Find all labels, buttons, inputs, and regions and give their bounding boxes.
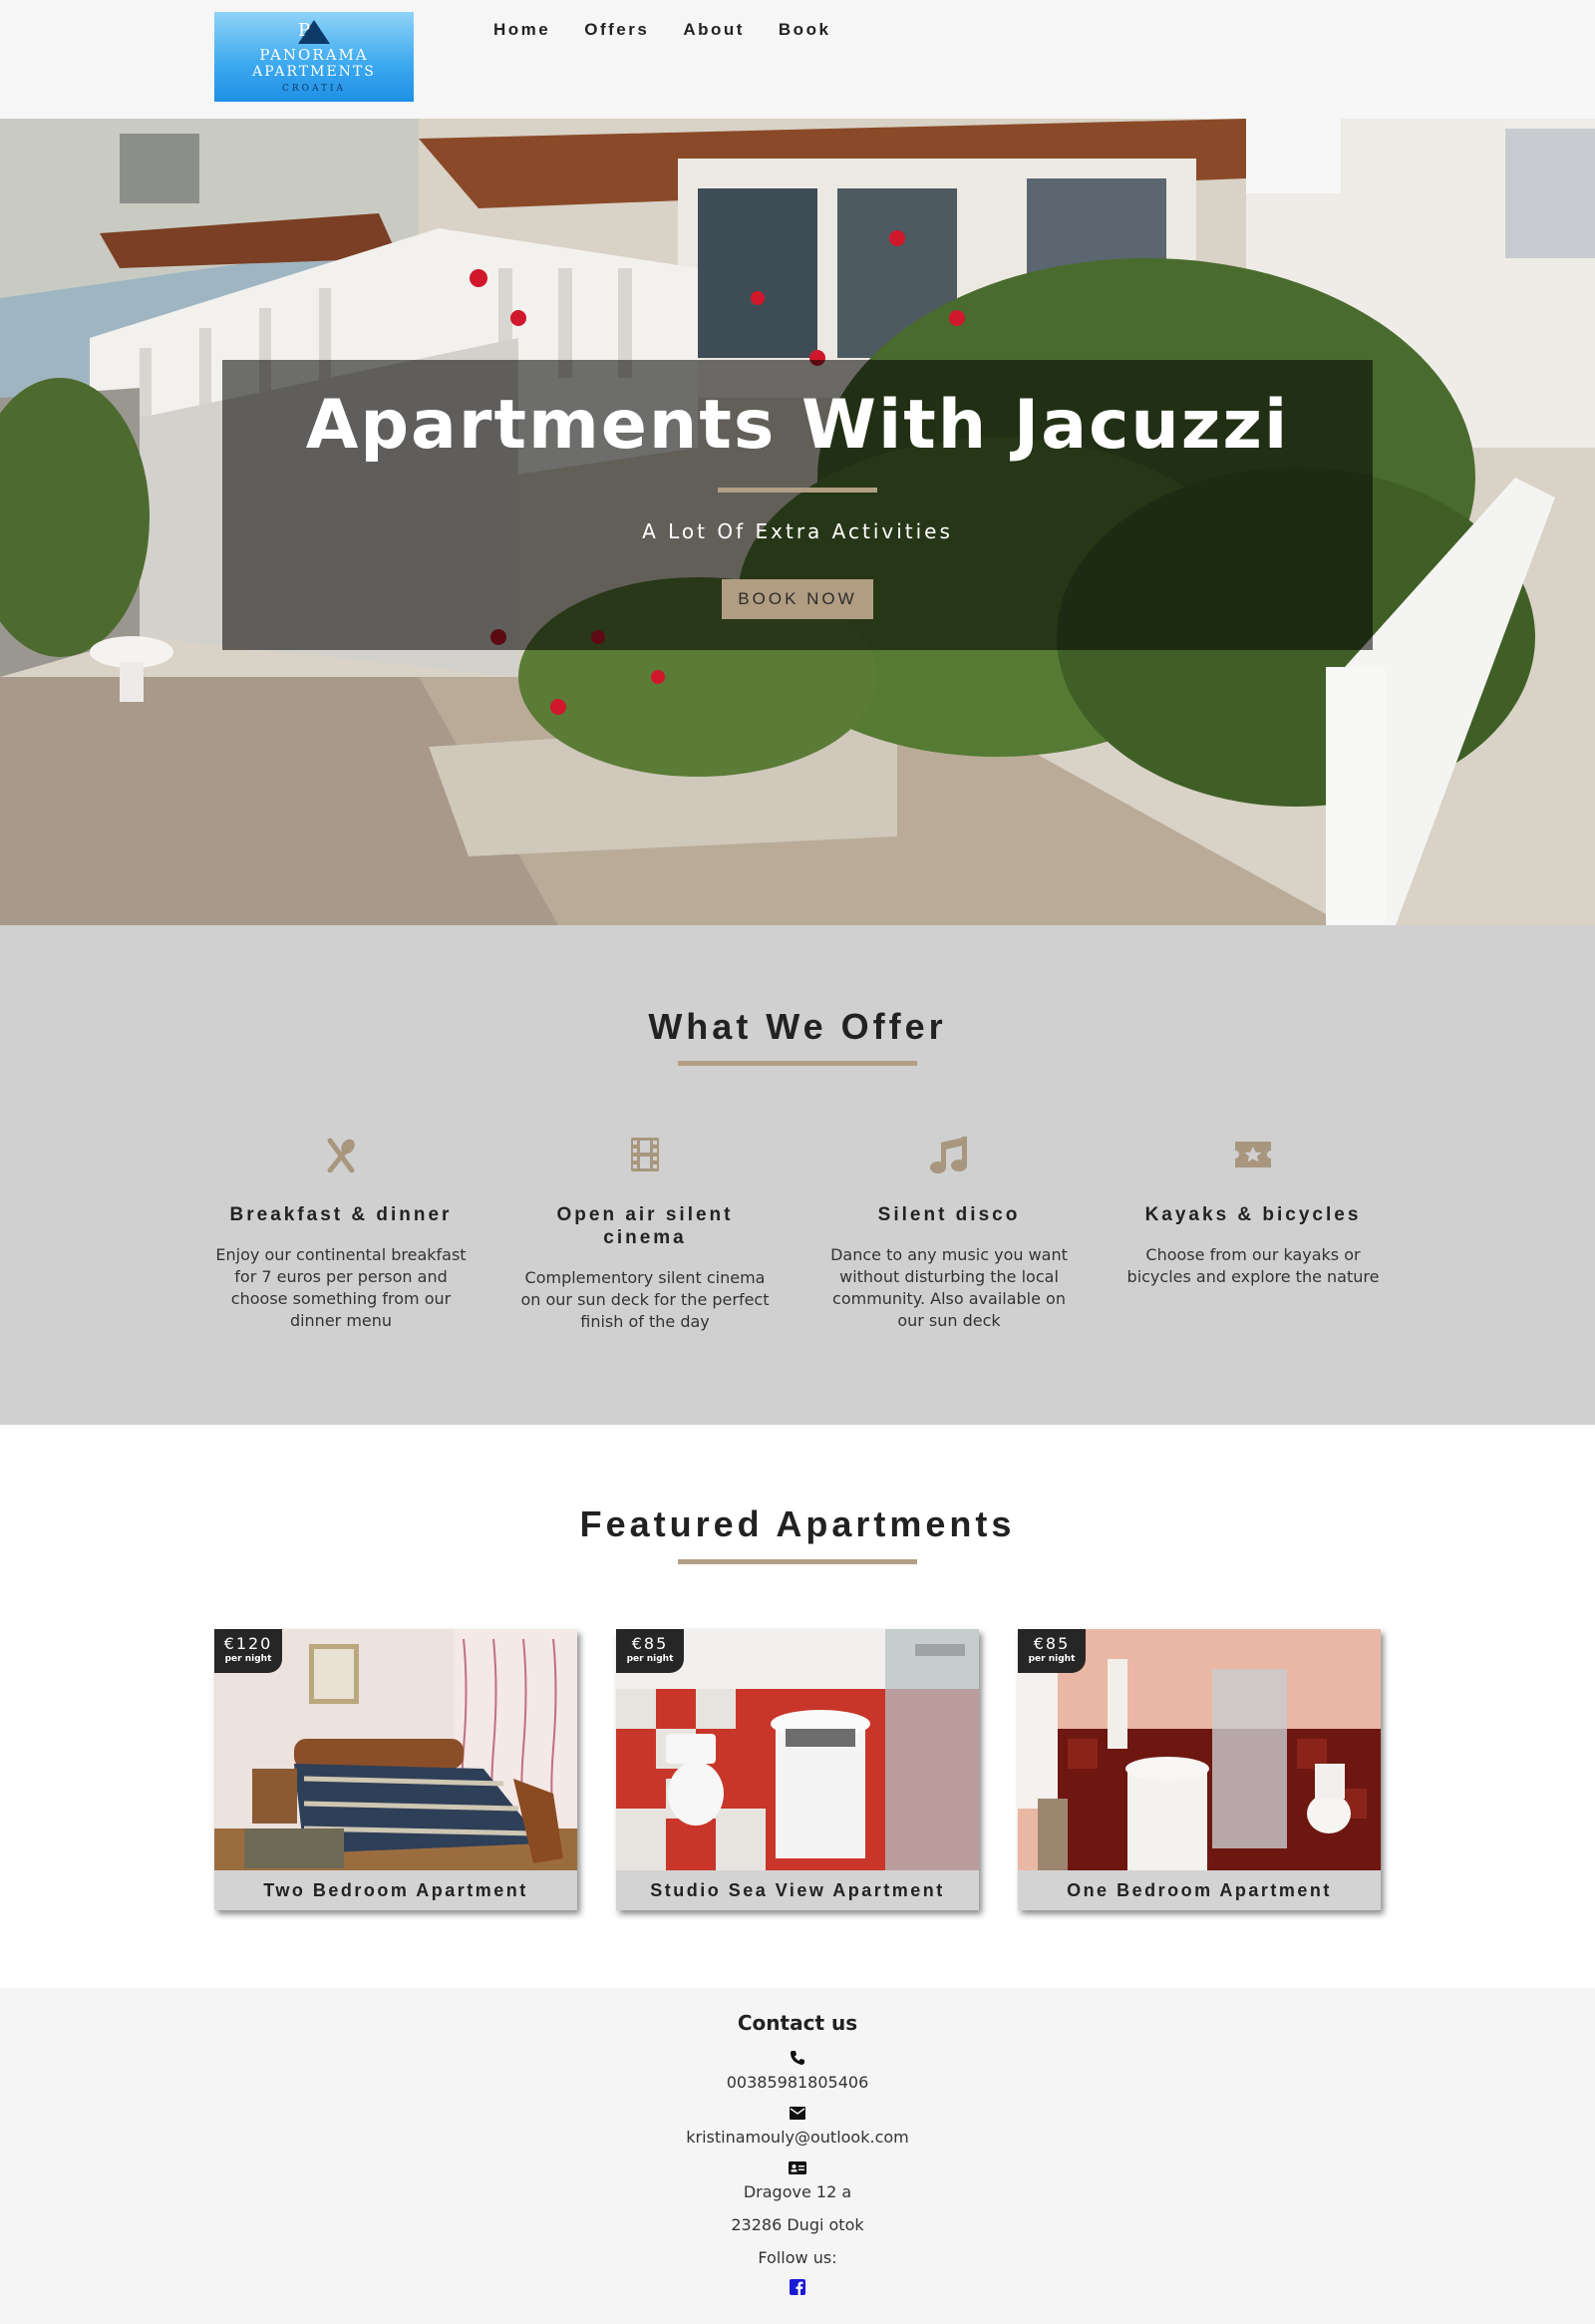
- feature-kayaks: Kayaks & bicycles Choose from our kayaks…: [1123, 1132, 1383, 1288]
- contact-title: Contact us: [737, 2011, 858, 2035]
- hero-subtitle: A Lot Of Extra Activities: [642, 519, 953, 543]
- apartment-card-studio-sea-view[interactable]: €85 per night Studio Sea View Apartment: [616, 1629, 979, 1910]
- logo-line-2: APARTMENTS: [252, 64, 376, 80]
- price-value: €120: [223, 1634, 273, 1653]
- price-badge: €85 per night: [616, 1629, 684, 1673]
- hero-title: Apartments With Jacuzzi: [305, 386, 1290, 465]
- address-card-icon: [788, 2158, 807, 2177]
- logo[interactable]: P PANORAMA APARTMENTS CROATIA: [214, 12, 414, 102]
- site-header: P PANORAMA APARTMENTS CROATIA Home Offer…: [0, 0, 1595, 119]
- feature-text: Choose from our kayaks or bicycles and e…: [1126, 1245, 1380, 1286]
- feature-text: Dance to any music you want without dist…: [830, 1245, 1068, 1330]
- apartment-card-two-bedroom[interactable]: €120 per night Two Bedroom Apartment: [214, 1629, 577, 1910]
- apartment-name: One Bedroom Apartment: [1018, 1870, 1381, 1910]
- follow-us-label: Follow us:: [758, 2248, 837, 2267]
- featured-title: Featured Apartments: [579, 1503, 1016, 1544]
- nav-home[interactable]: Home: [493, 20, 550, 42]
- logo-line-1: PANORAMA: [259, 46, 369, 64]
- contact-email[interactable]: kristinamouly@outlook.com: [0, 2128, 1595, 2147]
- price-unit: per night: [626, 1654, 674, 1664]
- offer-title: What We Offer: [648, 1006, 947, 1047]
- utensils-icon: [327, 1138, 355, 1172]
- feature-title: Kayaks & bicycles: [1144, 1204, 1362, 1225]
- offer-divider: [678, 1061, 917, 1066]
- hero-divider: [718, 488, 877, 493]
- feature-text: Enjoy our continental breakfast for 7 eu…: [215, 1245, 467, 1330]
- logo-mark-icon: P: [298, 20, 330, 44]
- envelope-icon: [788, 2103, 807, 2123]
- price-unit: per night: [1028, 1654, 1076, 1664]
- hero-section: Apartments With Jacuzzi A Lot Of Extra A…: [0, 119, 1595, 925]
- offer-section: What We Offer Breakfast & dinner Enjoy o…: [0, 925, 1595, 1425]
- nav-book[interactable]: Book: [779, 20, 831, 42]
- apartment-card-one-bedroom[interactable]: €85 per night One Bedroom Apartment: [1018, 1629, 1381, 1910]
- apartment-name: Studio Sea View Apartment: [616, 1870, 979, 1910]
- nav-about[interactable]: About: [683, 20, 745, 42]
- price-value: €85: [1033, 1634, 1071, 1653]
- contact-phone[interactable]: 00385981805406: [0, 2073, 1595, 2092]
- contact-address-line-2: 23286 Dugi otok: [731, 2215, 864, 2234]
- facebook-icon[interactable]: [788, 2277, 807, 2297]
- price-badge: €120 per night: [214, 1629, 282, 1673]
- featured-section: Featured Apartments €120 per night Two B…: [0, 1425, 1595, 1988]
- feature-title: Silent disco: [877, 1204, 1021, 1225]
- book-now-button[interactable]: BOOK NOW: [722, 579, 873, 619]
- price-unit: per night: [224, 1654, 272, 1664]
- phone-icon: [788, 2048, 807, 2068]
- logo-line-3: CROATIA: [281, 84, 347, 94]
- nav-offers[interactable]: Offers: [584, 20, 649, 42]
- feature-disco: Silent disco Dance to any music you want…: [819, 1132, 1079, 1332]
- feature-text: Complementory silent cinema on our sun d…: [520, 1268, 770, 1331]
- main-nav: Home Offers About Book: [493, 20, 830, 42]
- film-icon: [631, 1138, 659, 1171]
- featured-divider: [678, 1559, 917, 1564]
- contact-address-line-1: Dragove 12 a: [743, 2182, 852, 2201]
- price-badge: €85 per night: [1018, 1629, 1086, 1673]
- feature-cinema: Open air silent cinema Complementory sil…: [515, 1132, 775, 1333]
- apartment-name: Two Bedroom Apartment: [214, 1870, 577, 1910]
- music-icon: [930, 1137, 967, 1173]
- site-footer: Contact us 00385981805406 kristinamouly@…: [0, 1988, 1595, 2324]
- feature-breakfast: Breakfast & dinner Enjoy our continental…: [211, 1132, 471, 1332]
- svg-text:P: P: [298, 20, 310, 41]
- feature-title: Open air silent cinema: [556, 1204, 734, 1248]
- feature-title: Breakfast & dinner: [229, 1204, 453, 1225]
- ticket-icon: [1235, 1142, 1271, 1167]
- price-value: €85: [631, 1634, 669, 1653]
